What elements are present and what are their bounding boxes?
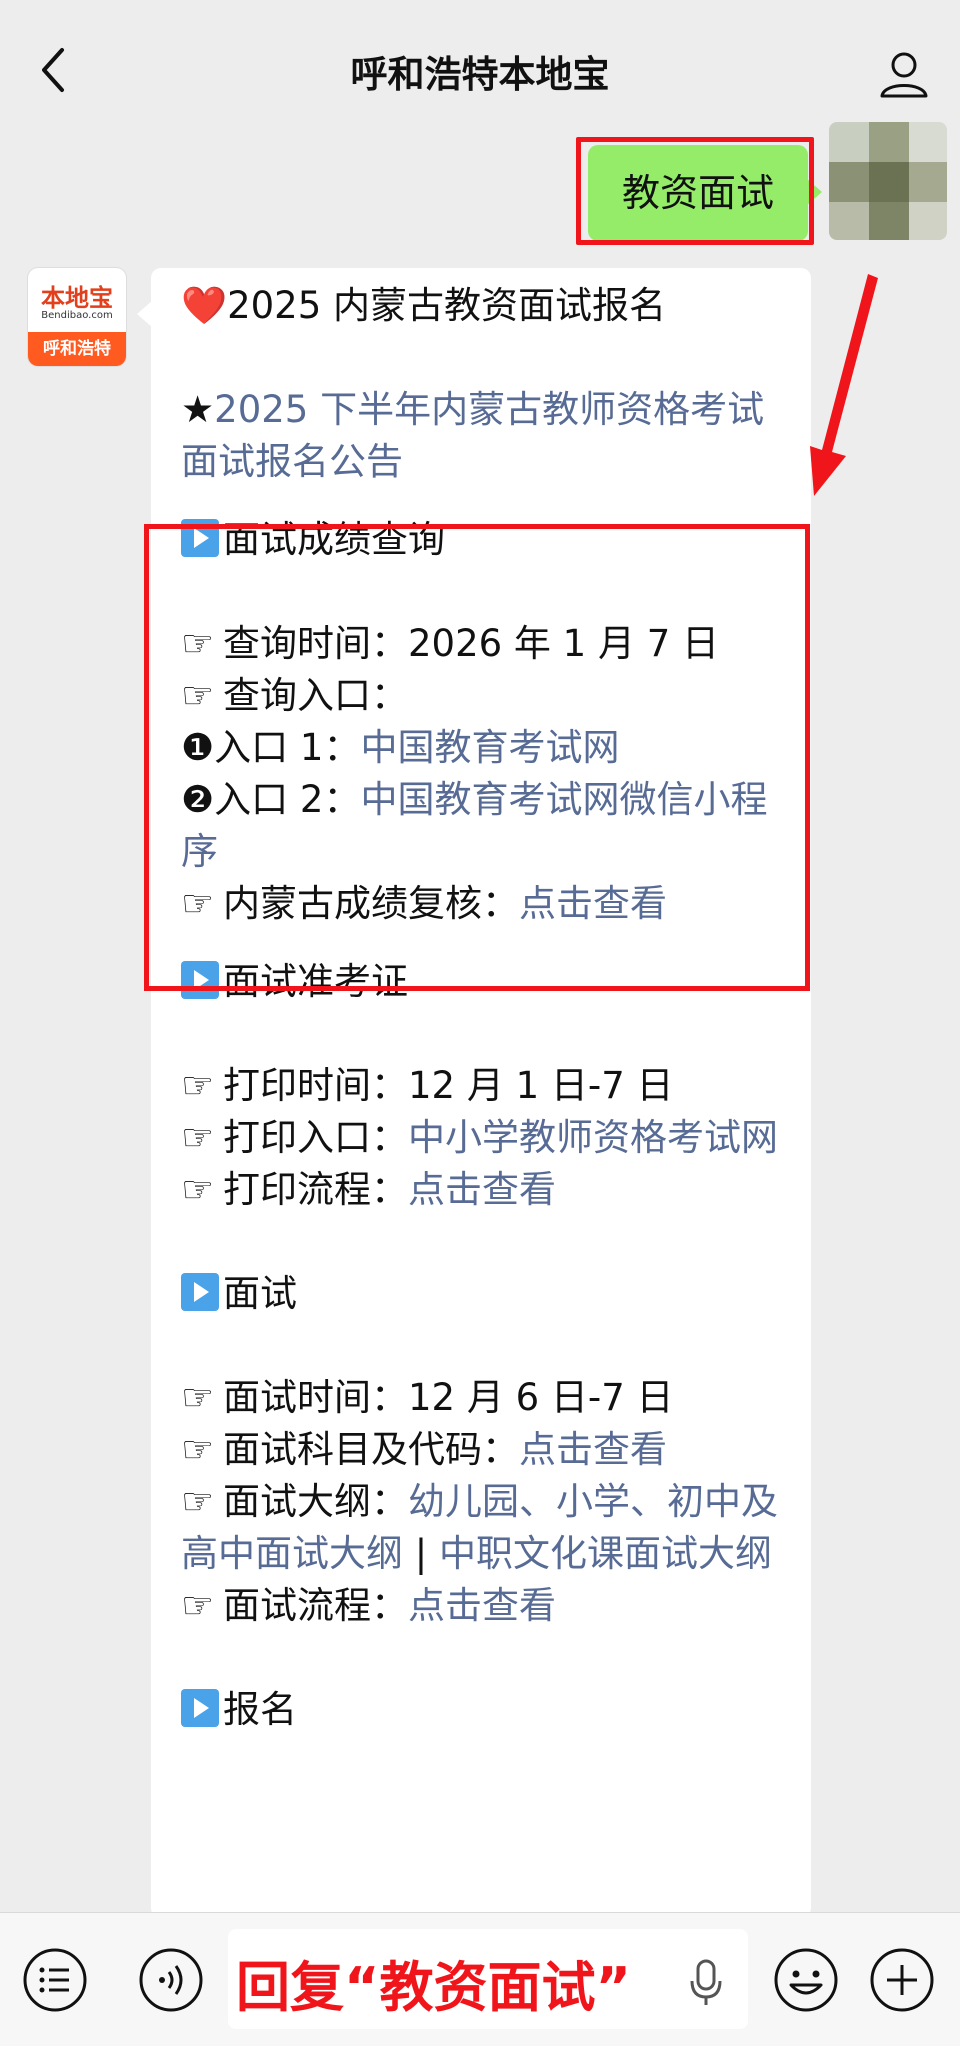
ticket-flow-link[interactable]: 点击查看 xyxy=(408,1168,556,1211)
ticket-entry-line: ☞ 打印入口：中小学教师资格考试网 xyxy=(181,1112,793,1164)
interview-flow-label: 面试流程： xyxy=(223,1584,408,1627)
received-bubble-tail xyxy=(137,300,153,328)
score-highlight-box xyxy=(144,524,810,991)
input-bar: 回复“教资面试” xyxy=(0,1912,960,2046)
message-content: ❤️2025 内蒙古教资面试报名 ★2025 下半年内蒙古教师资格考试面试报名公… xyxy=(181,280,793,1736)
emoji-icon[interactable] xyxy=(773,1947,839,2013)
play-button-icon xyxy=(181,1273,219,1311)
avatar-logo-url: Bendibao.com xyxy=(41,310,113,321)
message-input[interactable]: 回复“教资面试” xyxy=(228,1929,748,2029)
pointing-hand-icon: ☞ xyxy=(181,1064,215,1107)
avatar-logo-text: 本地宝 xyxy=(41,284,113,312)
interview-flow-line: ☞ 面试流程：点击查看 xyxy=(181,1580,793,1632)
ticket-time-value: 12 月 1 日-7 日 xyxy=(408,1064,674,1107)
ticket-entry-label: 打印入口： xyxy=(223,1116,408,1159)
user-profile-icon[interactable] xyxy=(876,46,932,102)
self-avatar[interactable] xyxy=(829,122,947,240)
ticket-time-label: 打印时间： xyxy=(223,1064,408,1107)
notice-line: ★2025 下半年内蒙古教师资格考试面试报名公告 xyxy=(181,384,793,488)
signup-section-title: 报名 xyxy=(181,1684,793,1736)
interview-time-value: 12 月 6 日-7 日 xyxy=(408,1376,674,1419)
interview-subject-link[interactable]: 点击查看 xyxy=(519,1428,667,1471)
pointing-hand-icon: ☞ xyxy=(181,1116,215,1159)
interview-outline-label: 面试大纲： xyxy=(223,1480,408,1523)
chat-header: 呼和浩特本地宝 xyxy=(0,0,960,132)
signup-title-text: 报名 xyxy=(223,1688,297,1731)
voice-input-icon[interactable] xyxy=(138,1947,204,2013)
notice-link[interactable]: 2025 下半年内蒙古教师资格考试面试报名公告 xyxy=(181,388,764,483)
menu-list-icon[interactable] xyxy=(22,1947,88,2013)
play-button-icon xyxy=(181,1689,219,1727)
pointing-hand-icon: ☞ xyxy=(181,1168,215,1211)
interview-time-label: 面试时间： xyxy=(223,1376,408,1419)
add-more-icon[interactable] xyxy=(869,1947,935,2013)
ticket-flow-line: ☞ 打印流程：点击查看 xyxy=(181,1164,793,1216)
microphone-icon[interactable] xyxy=(686,1957,726,2007)
pointing-hand-icon: ☞ xyxy=(181,1428,215,1471)
reply-instruction-text: 回复“教资面试” xyxy=(236,1956,631,2019)
heart-icon: ❤️ xyxy=(181,284,228,327)
interview-subject-line: ☞ 面试科目及代码：点击查看 xyxy=(181,1424,793,1476)
star-icon: ★ xyxy=(181,388,215,431)
ticket-time-line: ☞ 打印时间：12 月 1 日-7 日 xyxy=(181,1060,793,1112)
red-arrow-icon xyxy=(810,274,878,496)
interview-section-title: 面试 xyxy=(181,1268,793,1320)
headline-text: 2025 内蒙古教资面试报名 xyxy=(227,284,667,327)
outline-separator: | xyxy=(403,1532,439,1575)
interview-title-text: 面试 xyxy=(223,1272,297,1315)
ticket-flow-label: 打印流程： xyxy=(223,1168,408,1211)
pointing-hand-icon: ☞ xyxy=(181,1480,215,1523)
interview-time-line: ☞ 面试时间：12 月 6 日-7 日 xyxy=(181,1372,793,1424)
headline-line: ❤️2025 内蒙古教资面试报名 xyxy=(181,280,793,332)
avatar-city-label: 呼和浩特 xyxy=(28,332,126,366)
sent-message-highlight-box xyxy=(576,137,814,245)
chat-title: 呼和浩特本地宝 xyxy=(350,53,610,96)
bendibao-avatar[interactable]: 本地宝 Bendibao.com 呼和浩特 xyxy=(28,268,126,366)
interview-flow-link[interactable]: 点击查看 xyxy=(408,1584,556,1627)
ticket-entry-link[interactable]: 中小学教师资格考试网 xyxy=(408,1116,778,1159)
pointing-hand-icon: ☞ xyxy=(181,1584,215,1627)
outline-link-vocational[interactable]: 中职文化课面试大纲 xyxy=(439,1532,772,1575)
pointing-hand-icon: ☞ xyxy=(181,1376,215,1419)
interview-subject-label: 面试科目及代码： xyxy=(223,1428,519,1471)
interview-outline-line: ☞ 面试大纲：幼儿园、小学、初中及高中面试大纲 | 中职文化课面试大纲 xyxy=(181,1476,793,1580)
